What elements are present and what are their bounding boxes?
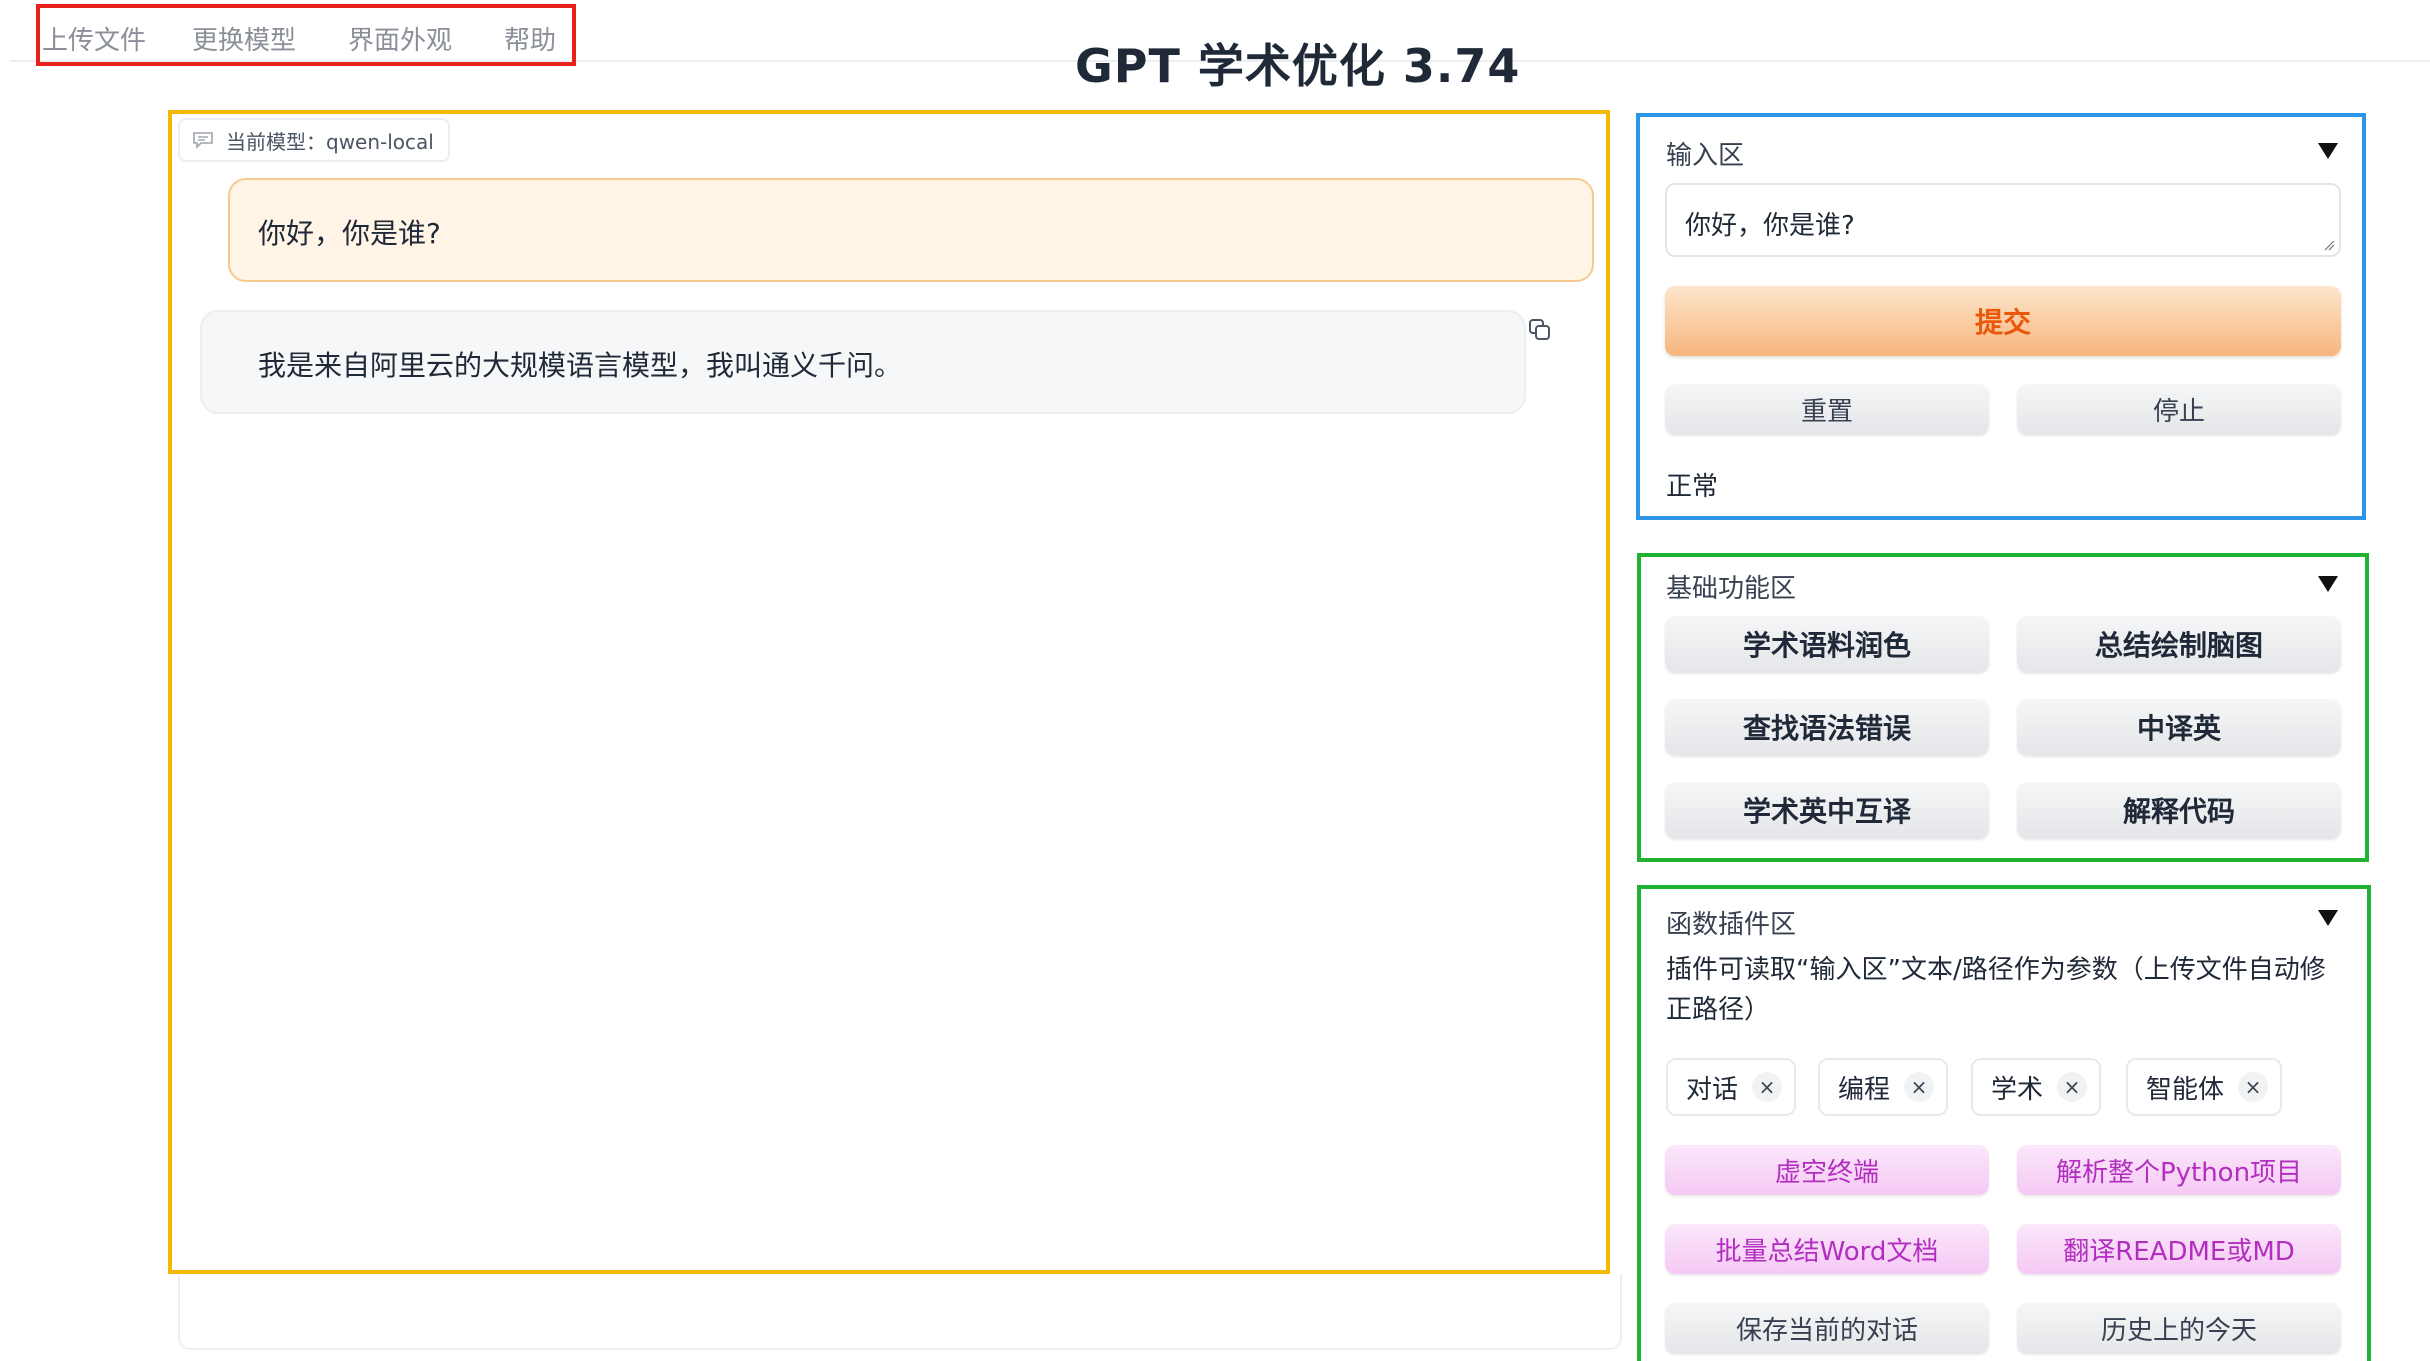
prompt-input-value: 你好，你是谁? (1685, 211, 1855, 241)
tag-label: 学术 (1991, 1074, 2044, 1105)
plugin-panel-label: 函数插件区 (1666, 910, 1797, 940)
page-title: GPT 学术优化 3.74 (1075, 39, 1521, 93)
top-menu-items: 上传文件 更换模型 界面外观 帮助 (36, 4, 576, 66)
user-message: 你好，你是谁? (228, 178, 1594, 282)
mindmap-summary-button[interactable]: 总结绘制脑图 (2017, 616, 2341, 672)
basic-panel-label: 基础功能区 (1666, 574, 1797, 604)
explain-code-button[interactable]: 解释代码 (2017, 782, 2341, 838)
remove-tag-icon[interactable]: × (2238, 1072, 2269, 1102)
chat-bubble-icon (193, 132, 213, 149)
menu-upload-file[interactable]: 上传文件 (42, 20, 146, 57)
chat-panel (168, 110, 1610, 1274)
remove-tag-icon[interactable]: × (1904, 1072, 1935, 1102)
prompt-input[interactable]: 你好，你是谁? (1665, 183, 2341, 257)
stop-button[interactable]: 停止 (2017, 384, 2341, 434)
filter-tag-programming[interactable]: 编程 × (1818, 1058, 1949, 1116)
status-text: 正常 (1666, 472, 1719, 502)
save-conversation-button[interactable]: 保存当前的对话 (1665, 1303, 1989, 1353)
summarize-word-button[interactable]: 批量总结Word文档 (1665, 1224, 1989, 1274)
collapse-triangle-icon[interactable] (2318, 143, 2338, 159)
assistant-message-text: 我是来自阿里云的大规模语言模型，我叫通义千问。 (258, 349, 903, 382)
assistant-message: 我是来自阿里云的大规模语言模型，我叫通义千问。 (200, 310, 1526, 414)
filter-tag-dialogue[interactable]: 对话 × (1666, 1058, 1797, 1116)
virtual-terminal-button[interactable]: 虚空终端 (1665, 1145, 1989, 1195)
parse-python-project-button[interactable]: 解析整个Python项目 (2017, 1145, 2341, 1195)
copy-icon[interactable] (1526, 316, 1554, 344)
tag-label: 编程 (1838, 1074, 1891, 1105)
tag-label: 智能体 (2146, 1074, 2225, 1105)
current-model-badge: 当前模型：qwen-local (178, 118, 450, 162)
user-message-text: 你好，你是谁? (258, 217, 441, 250)
collapse-triangle-icon[interactable] (2318, 910, 2338, 926)
remove-tag-icon[interactable]: × (1752, 1072, 1783, 1102)
filter-tag-agent[interactable]: 智能体 × (2126, 1058, 2283, 1116)
chat-panel-footer (178, 1274, 1622, 1350)
collapse-triangle-icon[interactable] (2318, 576, 2338, 592)
menu-switch-model[interactable]: 更换模型 (192, 20, 296, 57)
menu-appearance[interactable]: 界面外观 (348, 20, 452, 57)
today-in-history-button[interactable]: 历史上的今天 (2017, 1303, 2341, 1353)
menu-help[interactable]: 帮助 (504, 20, 556, 57)
tag-label: 对话 (1686, 1074, 1739, 1105)
resize-handle-icon[interactable] (2323, 239, 2335, 251)
zh-to-en-button[interactable]: 中译英 (2017, 699, 2341, 755)
translate-readme-button[interactable]: 翻译README或MD (2017, 1224, 2341, 1274)
remove-tag-icon[interactable]: × (2057, 1072, 2088, 1102)
submit-button[interactable]: 提交 (1665, 286, 2341, 356)
grammar-check-button[interactable]: 查找语法错误 (1665, 699, 1989, 755)
filter-tag-academic[interactable]: 学术 × (1971, 1058, 2102, 1116)
academic-translate-button[interactable]: 学术英中互译 (1665, 782, 1989, 838)
current-model-label: 当前模型：qwen-local (226, 129, 434, 154)
plugin-description: 插件可读取“输入区”文本/路径作为参数（上传文件自动修正路径） (1666, 955, 2326, 1025)
reset-button[interactable]: 重置 (1665, 384, 1989, 434)
input-panel-label: 输入区 (1666, 141, 1745, 171)
polish-academic-button[interactable]: 学术语料润色 (1665, 616, 1989, 672)
